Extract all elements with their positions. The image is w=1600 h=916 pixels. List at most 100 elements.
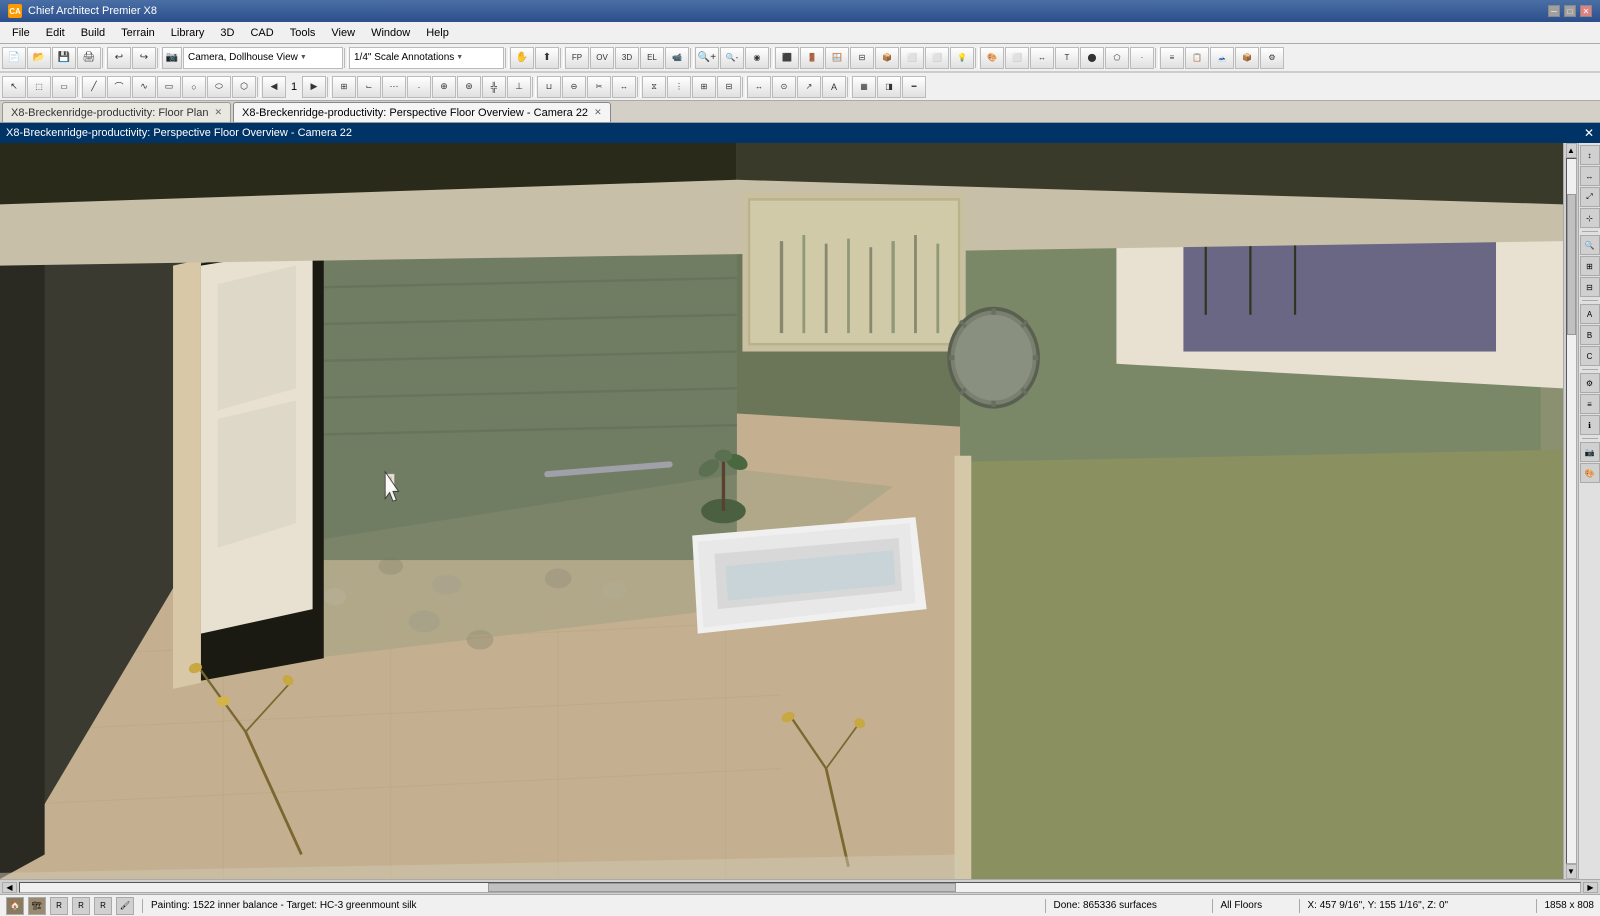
snap-perp-btn[interactable]: ⊥ bbox=[507, 76, 531, 98]
door-tool[interactable]: 🚪 bbox=[800, 47, 824, 69]
menu-tools[interactable]: Tools bbox=[282, 25, 324, 41]
status-icon-2[interactable]: 🏗 bbox=[28, 897, 46, 915]
menu-help[interactable]: Help bbox=[418, 25, 457, 41]
spline-btn[interactable]: ∿ bbox=[132, 76, 156, 98]
close-button[interactable]: ✕ bbox=[1580, 5, 1592, 17]
menu-build[interactable]: Build bbox=[73, 25, 113, 41]
hatch-btn[interactable]: ▦ bbox=[852, 76, 876, 98]
object-tool[interactable]: 📦 bbox=[1235, 47, 1259, 69]
camera-view-button[interactable]: 📹 bbox=[665, 47, 689, 69]
zoom-out-tb[interactable]: 🔍- bbox=[720, 47, 744, 69]
tab-floor-plan-close[interactable]: ✕ bbox=[214, 107, 222, 118]
rp-btn-12[interactable]: ≡ bbox=[1580, 394, 1600, 414]
multi-select-btn[interactable]: ⬚ bbox=[27, 76, 51, 98]
scroll-track-horizontal[interactable] bbox=[19, 882, 1581, 893]
rp-btn-5[interactable]: 🔍 bbox=[1580, 235, 1600, 255]
snap-grid-btn[interactable]: ⊞ bbox=[332, 76, 356, 98]
render-button[interactable]: ◉ bbox=[745, 47, 769, 69]
fill-btn[interactable]: ◨ bbox=[877, 76, 901, 98]
prev-arrow-btn[interactable]: ◀ bbox=[262, 76, 286, 98]
next-arrow-btn[interactable]: ▶ bbox=[302, 76, 326, 98]
poly-tool[interactable]: ⬠ bbox=[1105, 47, 1129, 69]
polygon-btn[interactable]: ⬡ bbox=[232, 76, 256, 98]
boolean-sub-btn[interactable]: ⊖ bbox=[562, 76, 586, 98]
rp-btn-15[interactable]: 🎨 bbox=[1580, 463, 1600, 483]
scroll-up-button[interactable]: ▲ bbox=[1566, 143, 1577, 158]
trim-btn[interactable]: ✂ bbox=[587, 76, 611, 98]
fixture-tool[interactable]: ⬜ bbox=[925, 47, 949, 69]
scale-annotation-dropdown[interactable]: 1/4" Scale Annotations ▼ bbox=[349, 47, 504, 69]
tab-perspective[interactable]: X8-Breckenridge-productivity: Perspectiv… bbox=[233, 102, 611, 122]
minimize-button[interactable]: ─ bbox=[1548, 5, 1560, 17]
dim-linear-btn[interactable]: ↔ bbox=[747, 76, 771, 98]
floorplan-view-button[interactable]: FP bbox=[565, 47, 589, 69]
rp-btn-7[interactable]: ⊟ bbox=[1580, 277, 1600, 297]
maximize-button[interactable]: □ bbox=[1564, 5, 1576, 17]
new-button[interactable]: 📄 bbox=[2, 47, 26, 69]
rp-btn-13[interactable]: ℹ bbox=[1580, 415, 1600, 435]
rp-btn-9[interactable]: B bbox=[1580, 325, 1600, 345]
rp-btn-8[interactable]: A bbox=[1580, 304, 1600, 324]
rect-select-btn[interactable]: ▭ bbox=[52, 76, 76, 98]
room-tool[interactable]: ⬜ bbox=[1005, 47, 1029, 69]
menu-window[interactable]: Window bbox=[363, 25, 418, 41]
tab-floor-plan[interactable]: X8-Breckenridge-productivity: Floor Plan… bbox=[2, 102, 231, 122]
window-tool[interactable]: 🪟 bbox=[825, 47, 849, 69]
rp-btn-2[interactable]: ↔ bbox=[1580, 166, 1600, 186]
status-icon-5[interactable]: R bbox=[94, 897, 112, 915]
line-btn[interactable]: ╱ bbox=[82, 76, 106, 98]
menu-3d[interactable]: 3D bbox=[212, 25, 242, 41]
hand-tool-button[interactable]: ✋ bbox=[510, 47, 534, 69]
cabinet-tool[interactable]: 📦 bbox=[875, 47, 899, 69]
menu-library[interactable]: Library bbox=[163, 25, 213, 41]
status-icon-3[interactable]: R bbox=[50, 897, 68, 915]
lineweight-btn[interactable]: ━ bbox=[902, 76, 926, 98]
rp-btn-1[interactable]: ↕ bbox=[1580, 145, 1600, 165]
ellipse-btn[interactable]: ⬭ bbox=[207, 76, 231, 98]
circle-btn[interactable]: ○ bbox=[182, 76, 206, 98]
elevation-button[interactable]: EL bbox=[640, 47, 664, 69]
snap-pt-btn[interactable]: · bbox=[407, 76, 431, 98]
arc-btn[interactable]: ⌒ bbox=[107, 76, 131, 98]
status-paintbrush[interactable]: 🖌 bbox=[116, 897, 134, 915]
terrain-tool[interactable]: 🗻 bbox=[1210, 47, 1234, 69]
appliance-tool[interactable]: ⬜ bbox=[900, 47, 924, 69]
3d-viewport[interactable] bbox=[0, 143, 1563, 879]
scroll-down-button[interactable]: ▼ bbox=[1566, 864, 1577, 879]
menu-terrain[interactable]: Terrain bbox=[113, 25, 163, 41]
vertical-scrollbar[interactable]: ▲ ▼ bbox=[1563, 143, 1578, 879]
symbol-tool[interactable]: ⬤ bbox=[1080, 47, 1104, 69]
rp-btn-3[interactable]: ⤢ bbox=[1580, 187, 1600, 207]
scroll-thumb-horizontal[interactable] bbox=[488, 883, 956, 892]
snap-int-btn[interactable]: ╬ bbox=[482, 76, 506, 98]
open-button[interactable]: 📂 bbox=[27, 47, 51, 69]
rp-btn-11[interactable]: ⚙ bbox=[1580, 373, 1600, 393]
boolean-union-btn[interactable]: ⊔ bbox=[537, 76, 561, 98]
macro-tool[interactable]: ⚙ bbox=[1260, 47, 1284, 69]
snap-mid-btn[interactable]: ⊛ bbox=[457, 76, 481, 98]
scroll-left-button[interactable]: ◀ bbox=[2, 882, 17, 893]
point-tool[interactable]: · bbox=[1130, 47, 1154, 69]
print-button[interactable]: 🖨 bbox=[77, 47, 101, 69]
wall-tool[interactable]: ⬛ bbox=[775, 47, 799, 69]
snap-end-btn[interactable]: ⊕ bbox=[432, 76, 456, 98]
window-controls[interactable]: ─ □ ✕ bbox=[1548, 5, 1592, 17]
text-btn[interactable]: A bbox=[822, 76, 846, 98]
stair-tool[interactable]: ⊟ bbox=[850, 47, 874, 69]
perspective-button[interactable]: 3D bbox=[615, 47, 639, 69]
camera-mode-dropdown[interactable]: Camera, Dollhouse View ▼ bbox=[183, 47, 343, 69]
rp-btn-6[interactable]: ⊞ bbox=[1580, 256, 1600, 276]
horizontal-scrollbar[interactable]: ◀ ▶ bbox=[0, 879, 1600, 894]
menu-file[interactable]: File bbox=[4, 25, 38, 41]
group-btn[interactable]: ⊞ bbox=[692, 76, 716, 98]
ungroup-btn[interactable]: ⊟ bbox=[717, 76, 741, 98]
undo-button[interactable]: ↩ bbox=[107, 47, 131, 69]
menu-edit[interactable]: Edit bbox=[38, 25, 73, 41]
redo-button[interactable]: ↪ bbox=[132, 47, 156, 69]
material-tool[interactable]: 🎨 bbox=[980, 47, 1004, 69]
snap-angle-btn[interactable]: ⌙ bbox=[357, 76, 381, 98]
extend-btn[interactable]: ↔ bbox=[612, 76, 636, 98]
snap-line-btn[interactable]: ⋯ bbox=[382, 76, 406, 98]
dimension-tool[interactable]: ↔ bbox=[1030, 47, 1054, 69]
rectangle-btn[interactable]: ▭ bbox=[157, 76, 181, 98]
